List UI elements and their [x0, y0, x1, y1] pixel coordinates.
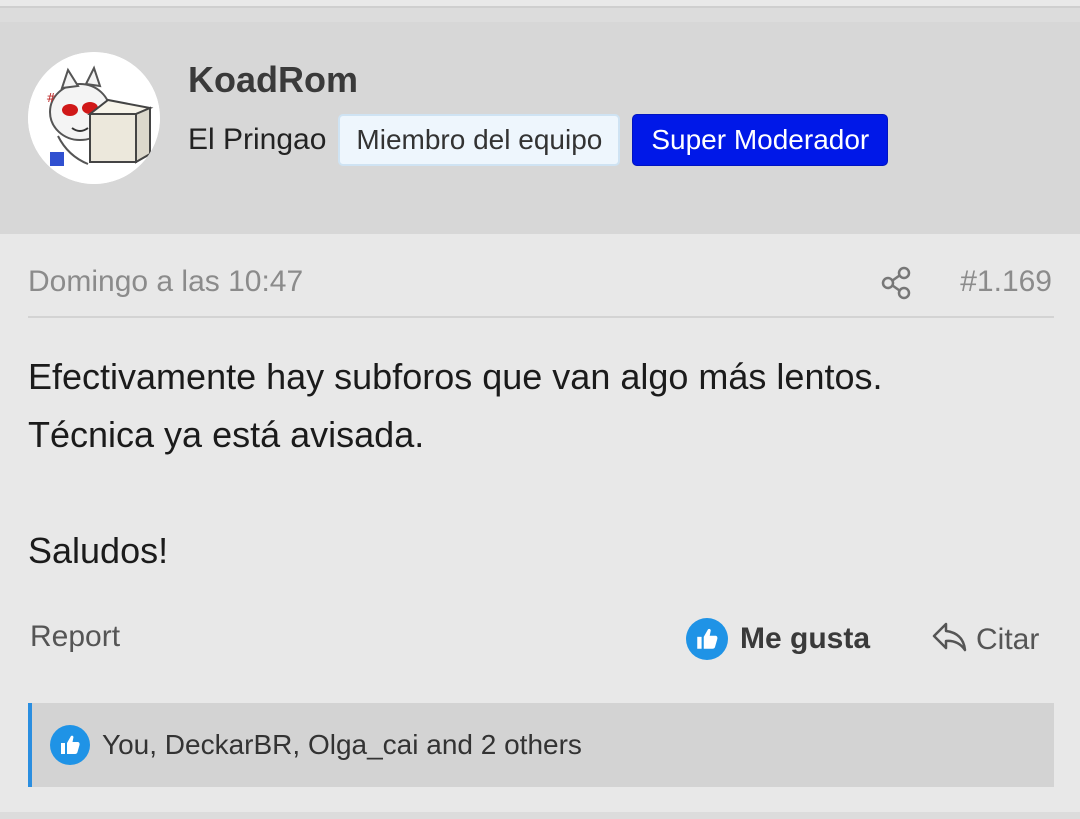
avatar[interactable]: # — [28, 52, 160, 184]
team-member-badge: Miembro del equipo — [338, 114, 621, 166]
post-meta-divider — [28, 316, 1054, 318]
post-body-line: Efectivamente hay subforos que van algo … — [28, 356, 883, 397]
author-title-row: El Pringao Miembro del equipo Super Mode… — [188, 114, 889, 166]
quote-label: Citar — [976, 622, 1040, 656]
post-number[interactable]: #1.169 — [960, 265, 1052, 299]
header-pointer — [74, 234, 118, 256]
reply-arrow-icon — [930, 620, 968, 659]
share-icon[interactable] — [880, 266, 914, 300]
likes-summary-bar[interactable]: You, DeckarBR, Olga_cai and 2 others — [28, 703, 1054, 787]
thumbs-up-icon — [686, 618, 728, 660]
like-label: Me gusta — [740, 622, 871, 655]
thumbs-up-icon — [50, 725, 90, 765]
user-title: El Pringao — [188, 123, 327, 156]
report-link[interactable]: Report — [30, 620, 120, 654]
post-date[interactable]: Domingo a las 10:47 — [28, 265, 303, 299]
quote-button[interactable]: Citar — [930, 620, 1039, 659]
like-button[interactable]: Me gusta — [686, 618, 870, 660]
super-moderator-badge: Super Moderador — [632, 114, 889, 166]
bottom-divider — [0, 812, 1080, 819]
post-body-line: Saludos! — [28, 530, 169, 571]
likes-summary-text[interactable]: You, DeckarBR, Olga_cai and 2 others — [102, 729, 582, 761]
avatar-image: # — [28, 52, 160, 184]
post-author-header: # KoadRom El Pringao Miembro del equipo … — [0, 22, 1080, 256]
svg-text:#: # — [46, 91, 56, 105]
author-username[interactable]: KoadRom — [188, 59, 358, 101]
post-body: Efectivamente hay subforos que van algo … — [28, 348, 1048, 580]
post-body-line: Técnica ya está avisada. — [28, 414, 425, 455]
